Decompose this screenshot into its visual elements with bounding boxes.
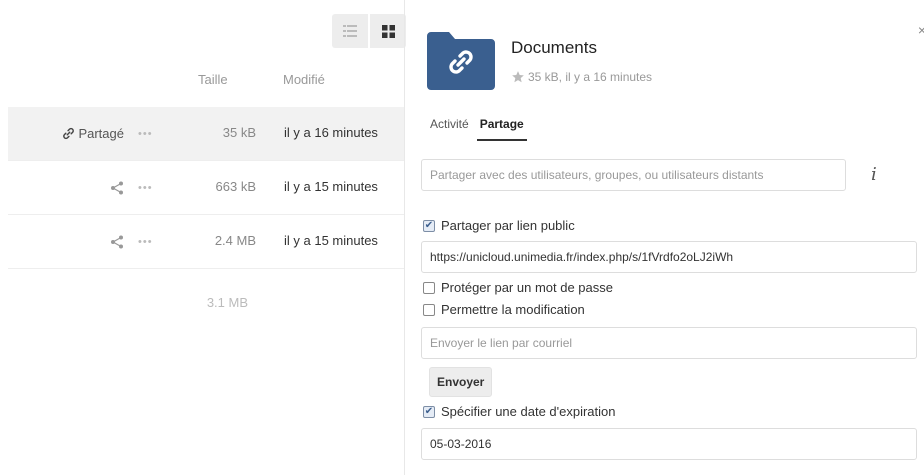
file-row[interactable]: ••• 663 kB il y a 15 minutes [8, 161, 404, 215]
close-icon[interactable]: × [918, 22, 924, 38]
file-row[interactable]: Partagé ••• 35 kB il y a 16 minutes [8, 107, 404, 161]
file-modified: il y a 15 minutes [284, 179, 378, 194]
link-icon [63, 127, 75, 140]
shared-label: Partagé [78, 126, 124, 141]
checkbox-checked[interactable]: ✔ [423, 219, 435, 232]
public-link-url-field[interactable]: https://unicloud.unimedia.fr/index.php/s… [421, 241, 917, 273]
list-view-button[interactable] [332, 14, 368, 48]
file-modified: il y a 16 minutes [284, 125, 378, 140]
column-header-modified[interactable]: Modifié [283, 72, 325, 87]
total-size: 3.1 MB [206, 295, 248, 310]
email-link-input[interactable]: Envoyer le lien par courriel [421, 327, 917, 359]
checkbox-unchecked[interactable] [423, 281, 435, 294]
shared-folder-icon [427, 32, 495, 90]
view-toggle [332, 14, 406, 48]
file-modified: il y a 15 minutes [284, 233, 378, 248]
share-sidebar: × Documents 35 kB, il y a 16 minutes Act… [404, 0, 924, 475]
panel-meta: 35 kB, il y a 16 minutes [511, 70, 652, 84]
more-actions-button[interactable]: ••• [138, 182, 153, 194]
panel-tabs: Activité Partage [427, 117, 532, 141]
more-actions-button[interactable]: ••• [138, 236, 153, 248]
allow-edit-checkbox[interactable]: Permettre la modification [423, 302, 585, 317]
file-size: 2.4 MB [214, 233, 256, 248]
checkbox-unchecked[interactable] [423, 303, 435, 316]
info-icon[interactable]: i [871, 164, 877, 185]
file-size: 35 kB [222, 125, 256, 140]
public-link-checkbox[interactable]: ✔ Partager par lien public [423, 218, 575, 233]
shared-button[interactable]: Partagé [62, 107, 124, 160]
tab-activity[interactable]: Activité [427, 117, 472, 141]
more-actions-button[interactable]: ••• [138, 128, 153, 140]
password-protect-label: Protéger par un mot de passe [441, 280, 613, 295]
expiration-date-input[interactable]: 05-03-2016 [421, 428, 917, 460]
column-header-size[interactable]: Taille [198, 72, 228, 87]
tab-sharing[interactable]: Partage [476, 117, 527, 141]
list-view-icon [343, 25, 357, 37]
file-row[interactable]: ••• 2.4 MB il y a 15 minutes [8, 215, 404, 269]
public-link-label: Partager par lien public [441, 218, 575, 233]
star-icon[interactable] [511, 70, 525, 84]
file-size: 663 kB [215, 179, 256, 194]
panel-title: Documents [511, 38, 597, 57]
share-button[interactable] [110, 215, 124, 268]
share-icon [111, 181, 123, 194]
checkbox-checked[interactable]: ✔ [423, 405, 435, 418]
share-with-input[interactable]: Partager avec des utilisateurs, groupes,… [421, 159, 846, 191]
expiration-date-checkbox[interactable]: ✔ Spécifier une date d'expiration [423, 404, 615, 419]
password-protect-checkbox[interactable]: Protéger par un mot de passe [423, 280, 613, 295]
file-list: Taille Modifié Partagé ••• 35 kB il y a … [0, 0, 406, 475]
share-button[interactable] [110, 161, 124, 214]
grid-view-icon [381, 24, 395, 38]
share-icon [111, 235, 123, 248]
expiration-date-label: Spécifier une date d'expiration [441, 404, 616, 419]
grid-view-button[interactable] [370, 14, 406, 48]
file-meta-text: 35 kB, il y a 16 minutes [528, 70, 653, 84]
send-button[interactable]: Envoyer [429, 367, 493, 397]
allow-edit-label: Permettre la modification [441, 302, 585, 317]
